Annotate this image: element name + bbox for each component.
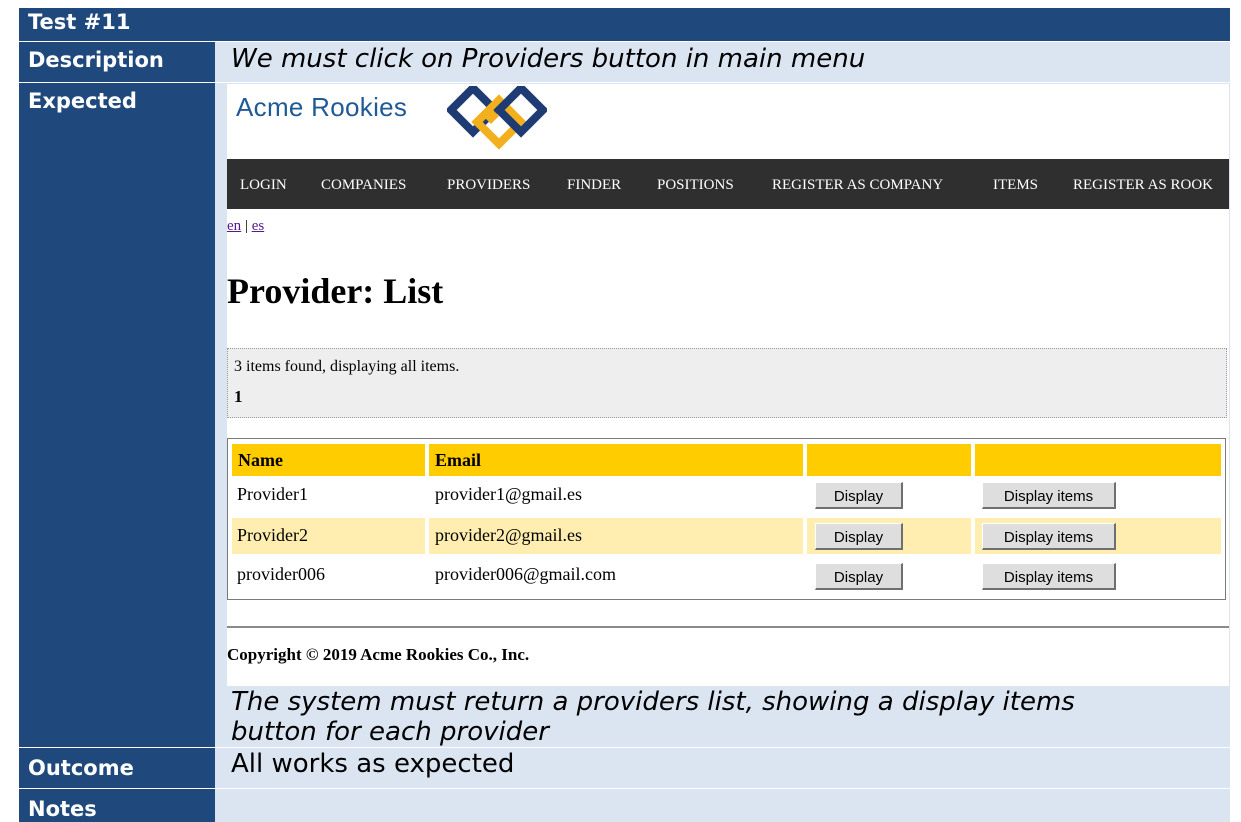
- table-header-name: Name: [232, 444, 425, 476]
- notes-label-cell: Notes: [19, 789, 215, 822]
- test-title: Test #11: [28, 10, 131, 34]
- expected-screenshot: Acme Rookies LOGIN COMPANIES PROVIDERS F…: [227, 84, 1229, 686]
- provider-email: provider1@gmail.es: [435, 484, 583, 504]
- outcome-row: Outcome All works as expected: [19, 748, 1230, 788]
- pagination-page-number[interactable]: 1: [234, 387, 243, 407]
- menu-companies[interactable]: COMPANIES: [321, 177, 406, 194]
- description-label: Description: [28, 48, 164, 72]
- description-label-cell: Description: [19, 42, 215, 82]
- lang-es-link[interactable]: es: [252, 218, 265, 234]
- outcome-label: Outcome: [28, 756, 134, 780]
- header-email-label: Email: [435, 450, 482, 470]
- display-button[interactable]: Display: [815, 482, 903, 509]
- test-report: Test #11 Description We must click on Pr…: [19, 8, 1230, 822]
- provider-name: Provider2: [237, 525, 308, 545]
- main-menu: LOGIN COMPANIES PROVIDERS FINDER POSITIO…: [227, 159, 1229, 209]
- provider-name: Provider1: [237, 484, 308, 504]
- outcome-value-cell: All works as expected: [215, 748, 1230, 788]
- display-items-button[interactable]: Display items: [982, 523, 1116, 550]
- description-value-cell: We must click on Providers button in mai…: [215, 42, 1230, 82]
- table-header-items: [975, 444, 1221, 476]
- menu-register-rookie[interactable]: REGISTER AS ROOK: [1073, 177, 1213, 194]
- pagination-text: 3 items found, displaying all items.: [234, 358, 460, 375]
- provider-email: provider006@gmail.com: [435, 564, 617, 584]
- lang-en-link[interactable]: en: [227, 218, 241, 234]
- notes-row: Notes: [19, 789, 1230, 822]
- display-button[interactable]: Display: [815, 563, 903, 590]
- page-heading: Provider: List: [227, 271, 444, 311]
- expected-label-cell: Expected: [19, 83, 215, 747]
- providers-table: Name Email Provider1 provider1@gmail.es …: [227, 438, 1226, 600]
- menu-login[interactable]: LOGIN: [240, 177, 287, 194]
- site-logo-icon: [447, 86, 547, 150]
- menu-positions[interactable]: POSITIONS: [657, 177, 734, 194]
- language-switcher: en | es: [227, 218, 264, 235]
- provider-name: provider006: [237, 564, 325, 584]
- footer-copyright: Copyright © 2019 Acme Rookies Co., Inc.: [227, 645, 530, 664]
- menu-register-company[interactable]: REGISTER AS COMPANY: [772, 177, 943, 194]
- lang-separator: |: [244, 218, 248, 234]
- description-value: We must click on Providers button in mai…: [231, 44, 866, 74]
- title-row: Test #11: [19, 8, 1230, 41]
- outcome-label-cell: Outcome: [19, 748, 215, 788]
- site-logo-text: Acme Rookies: [236, 92, 408, 122]
- provider-email: provider2@gmail.es: [435, 525, 583, 545]
- display-button[interactable]: Display: [815, 523, 903, 550]
- menu-items[interactable]: ITEMS: [993, 177, 1038, 194]
- menu-finder[interactable]: FINDER: [567, 177, 621, 194]
- header-name-label: Name: [238, 450, 283, 470]
- pagination-banner: 3 items found, displaying all items. 1: [227, 348, 1227, 418]
- expected-text-line1: The system must return a providers list,…: [231, 687, 1075, 717]
- table-row: provider006 provider006@gmail.com Displa…: [228, 558, 1225, 594]
- footer-divider: [227, 626, 1229, 628]
- expected-text-line2: button for each provider: [231, 717, 549, 747]
- table-row: Provider1 provider1@gmail.es Display Dis…: [228, 478, 1225, 514]
- table-row: Provider2 provider2@gmail.es Display Dis…: [228, 518, 1225, 554]
- menu-providers[interactable]: PROVIDERS: [447, 177, 530, 194]
- notes-label: Notes: [28, 797, 97, 821]
- description-row: Description We must click on Providers b…: [19, 42, 1230, 82]
- outcome-value: All works as expected: [231, 749, 515, 779]
- expected-label: Expected: [28, 89, 137, 113]
- table-header-display: [807, 444, 971, 476]
- display-items-button[interactable]: Display items: [982, 563, 1116, 590]
- notes-value-cell: [215, 789, 1230, 822]
- table-header-email: Email: [429, 444, 803, 476]
- display-items-button[interactable]: Display items: [982, 482, 1116, 509]
